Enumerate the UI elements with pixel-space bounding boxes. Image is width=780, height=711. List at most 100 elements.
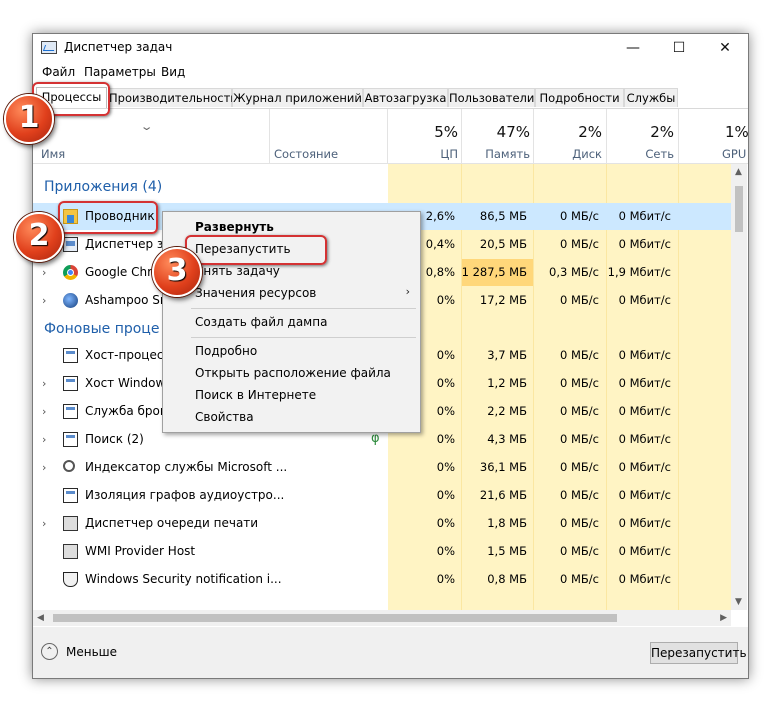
close-button[interactable]: ✕ (702, 34, 748, 62)
network-cell: 0 Мбит/с (618, 348, 671, 362)
indexer-icon (63, 460, 75, 472)
expand-chevron-icon[interactable]: › (42, 517, 46, 530)
disk-cell: 0 МБ/с (560, 348, 599, 362)
process-row-indexer[interactable]: › Индексатор службы Microsoft ... 0% 36,… (33, 454, 731, 481)
memory-cell: 1 287,5 МБ (461, 265, 527, 279)
suspended-leaf-icon: φ (371, 431, 380, 446)
scroll-left-icon[interactable]: ◀ (37, 613, 44, 623)
ctx-properties[interactable]: Свойства (195, 410, 254, 424)
process-name: WMI Provider Host (85, 544, 196, 558)
fewer-details-link[interactable]: Меньше (66, 645, 117, 659)
column-gpu[interactable]: GPU (722, 147, 746, 161)
memory-cell: 2,2 МБ (487, 404, 527, 418)
column-name[interactable]: Имя (41, 147, 65, 161)
column-memory[interactable]: Память (485, 147, 530, 161)
cpu-percent[interactable]: 5% (434, 123, 458, 141)
ctx-create-dump[interactable]: Создать файл дампа (195, 315, 327, 329)
network-cell: 0 Мбит/с (618, 237, 671, 251)
cpu-cell: 0% (436, 432, 455, 446)
cpu-cell: 0% (436, 376, 455, 390)
horizontal-scroll-thumb[interactable] (53, 614, 617, 622)
ctx-open-location[interactable]: Открыть расположение файла (195, 366, 391, 380)
memory-cell: 1,2 МБ (487, 376, 527, 390)
cpu-cell: 0% (436, 460, 455, 474)
cpu-cell: 0% (436, 516, 455, 530)
chrome-icon (63, 265, 78, 280)
column-disk[interactable]: Диск (572, 147, 602, 161)
expand-chevron-icon[interactable]: › (42, 405, 46, 418)
gpu-percent[interactable]: 1% (725, 123, 748, 141)
cpu-cell: 0,4% (425, 237, 455, 251)
menu-file[interactable]: Файл (42, 65, 75, 79)
disk-cell: 0 МБ/с (560, 209, 599, 223)
tab-services[interactable]: Службы (624, 88, 678, 107)
scroll-down-icon[interactable]: ▼ (735, 597, 742, 607)
expand-chevron-icon[interactable]: › (42, 266, 46, 279)
expand-chevron-icon[interactable]: › (42, 294, 46, 307)
expand-chevron-icon[interactable]: › (42, 433, 46, 446)
restart-button[interactable]: Перезапустить (650, 642, 747, 664)
memory-cell: 3,7 МБ (487, 348, 527, 362)
disk-cell: 0 МБ/с (560, 237, 599, 251)
expand-chevron-icon[interactable]: › (42, 461, 46, 474)
network-cell: 0 Мбит/с (618, 516, 671, 530)
tab-performance[interactable]: Производительность (108, 88, 237, 107)
ctx-details[interactable]: Подробно (195, 344, 257, 358)
ctx-end-task[interactable]: Снять задачу (195, 264, 280, 278)
process-name: Индексатор службы Microsoft ... (85, 460, 288, 474)
vertical-scroll-thumb[interactable] (735, 186, 743, 232)
printer-icon (63, 516, 78, 531)
minimize-button[interactable]: — (610, 34, 656, 62)
highlight-restart-item (185, 235, 327, 265)
tab-startup[interactable]: Автозагрузка (363, 88, 448, 107)
column-cpu[interactable]: ЦП (440, 147, 458, 161)
ctx-separator (191, 337, 416, 338)
title-bar[interactable]: Диспетчер задач — ☐ ✕ (33, 34, 748, 62)
wmi-icon (63, 544, 78, 559)
disk-cell: 0 МБ/с (560, 460, 599, 474)
ashampoo-icon (63, 293, 78, 308)
disk-cell: 0 МБ/с (560, 293, 599, 307)
memory-cell: 17,2 МБ (479, 293, 527, 307)
ctx-search-online[interactable]: Поиск в Интернете (195, 388, 316, 402)
disk-percent[interactable]: 2% (578, 123, 602, 141)
sort-chevron-icon[interactable]: ⌄ (140, 120, 154, 133)
horizontal-scrollbar[interactable]: ◀ ▶ (33, 610, 731, 626)
ctx-resource-values[interactable]: Значения ресурсов (195, 286, 316, 300)
tab-details[interactable]: Подробности (535, 88, 624, 107)
network-cell: 0 Мбит/с (618, 460, 671, 474)
network-cell: 1,9 Мбит/с (607, 265, 671, 279)
expand-chevron-icon[interactable]: › (42, 377, 46, 390)
column-status[interactable]: Состояние (274, 147, 338, 161)
vertical-scrollbar[interactable]: ▲ ▼ (731, 164, 747, 610)
tab-app-history[interactable]: Журнал приложений (232, 88, 363, 107)
host-process-icon (63, 348, 78, 363)
ctx-expand[interactable]: Развернуть (195, 220, 274, 234)
process-name: Изоляция графов аудиоустро... (85, 488, 285, 502)
menu-view[interactable]: Вид (161, 65, 185, 79)
step-badge-1: 1 (4, 94, 54, 144)
column-network[interactable]: Сеть (645, 147, 674, 161)
network-percent[interactable]: 2% (650, 123, 674, 141)
network-cell: 0 Мбит/с (618, 488, 671, 502)
process-row-security-notification[interactable]: Windows Security notification i... 0% 0,… (33, 566, 731, 593)
maximize-button[interactable]: ☐ (656, 34, 702, 62)
step-badge-2: 2 (14, 212, 64, 262)
disk-cell: 0 МБ/с (560, 432, 599, 446)
step-badge-3: 3 (152, 247, 202, 297)
process-row-wmi[interactable]: WMI Provider Host 0% 1,5 МБ 0 МБ/с 0 Мби… (33, 538, 731, 565)
menu-options[interactable]: Параметры (84, 65, 156, 79)
tab-users[interactable]: Пользователи (448, 88, 535, 107)
window-title: Диспетчер задач (64, 40, 173, 54)
scroll-up-icon[interactable]: ▲ (735, 167, 742, 177)
network-cell: 0 Мбит/с (618, 572, 671, 586)
process-name: Диспетчер очереди печати (85, 516, 259, 530)
scroll-right-icon[interactable]: ▶ (720, 613, 727, 623)
process-row-print-spooler[interactable]: › Диспетчер очереди печати 0% 1,8 МБ 0 М… (33, 510, 731, 537)
memory-percent[interactable]: 47% (497, 123, 530, 141)
disk-cell: 0 МБ/с (560, 488, 599, 502)
collapse-chevron-icon[interactable]: ⌃ (41, 643, 58, 660)
network-cell: 0 Мбит/с (618, 293, 671, 307)
process-row-audio-graph[interactable]: Изоляция графов аудиоустро... 0% 21,6 МБ… (33, 482, 731, 509)
broker-service-icon (63, 404, 78, 419)
